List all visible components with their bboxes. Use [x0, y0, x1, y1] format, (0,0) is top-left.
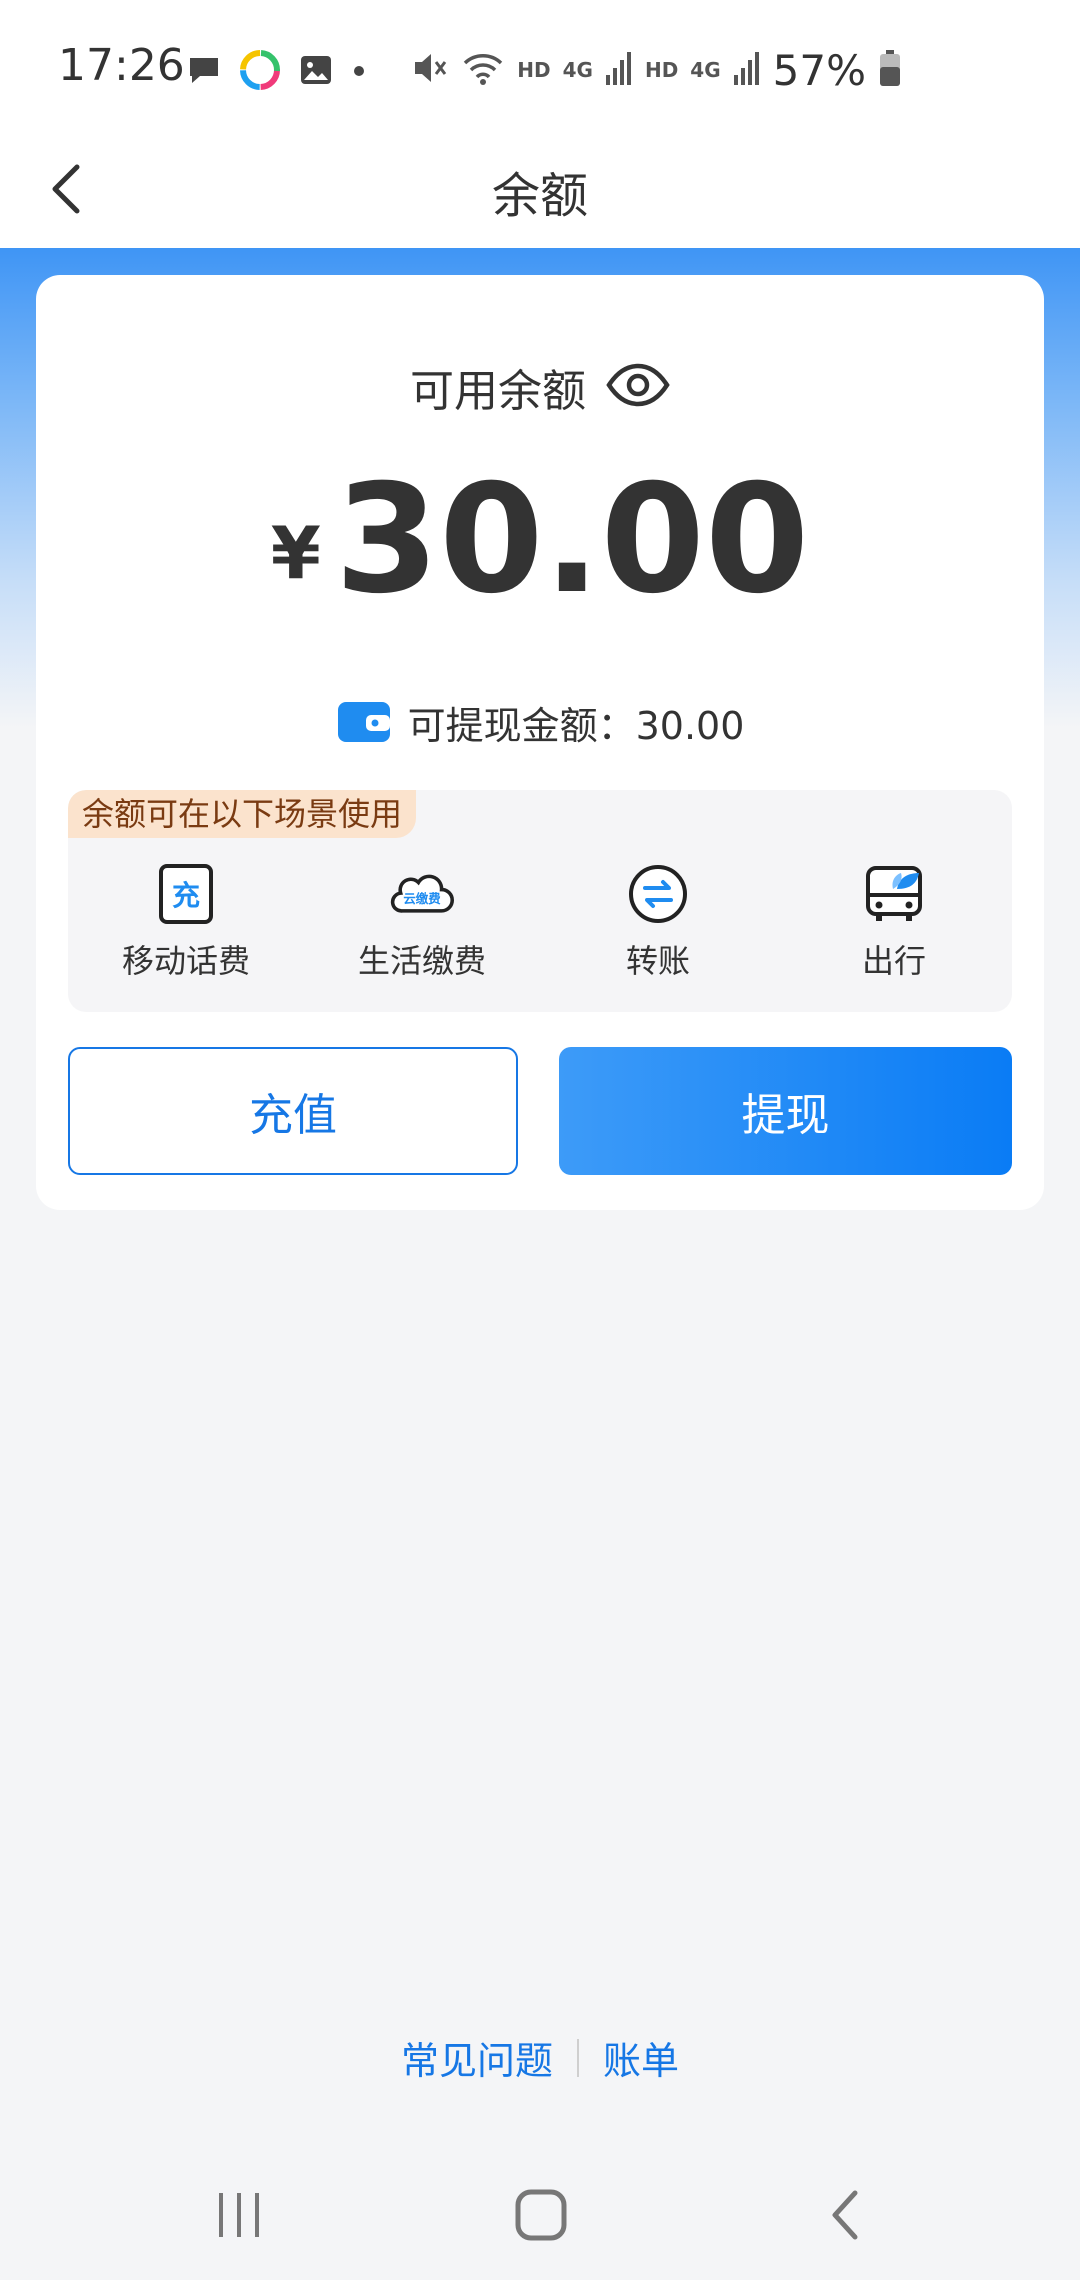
bus-icon: [862, 862, 926, 926]
usage-scenes-tag: 余额可在以下场景使用: [68, 790, 417, 838]
scene-utility-bill[interactable]: 云缴费 生活缴费: [304, 862, 540, 982]
app-bar: 余额: [0, 130, 1080, 248]
available-balance-row: 可用余额: [36, 355, 1044, 419]
cloud-bill-icon: 云缴费: [390, 862, 454, 926]
scene-list: 充 移动话费 云缴费 生活缴费 转账 出行: [68, 862, 1012, 982]
scene-label: 转账: [625, 942, 690, 980]
nav-back-icon: [832, 2190, 858, 2240]
recharge-button[interactable]: 充值: [68, 1047, 518, 1175]
hd-label-1: HD: [517, 58, 551, 82]
scene-transfer[interactable]: 转账: [540, 862, 776, 982]
eye-icon[interactable]: [606, 363, 670, 411]
recharge-icon-text: 充: [172, 879, 200, 912]
status-bar: 17:26 HD 4G HD 4G 57%: [0, 0, 1080, 130]
withdrawable-row: 可提现金额：30.00: [36, 695, 1044, 750]
balance-amount: 30.00: [334, 453, 810, 627]
phone-recharge-icon: 充: [154, 862, 218, 926]
recent-apps-button[interactable]: [194, 2180, 284, 2250]
home-icon: [515, 2189, 567, 2241]
currency-symbol: ¥: [270, 511, 321, 595]
bill-link[interactable]: 账单: [603, 2030, 679, 2085]
scene-mobile-recharge[interactable]: 充 移动话费: [68, 862, 304, 982]
transfer-icon: [626, 862, 690, 926]
balance-card: 可用余额 ¥ 30.00 可提现金额：30.00 余额可在以下场景使用 充 移动…: [36, 275, 1044, 1210]
nav-back-button[interactable]: [800, 2180, 890, 2250]
signal-icon-2: [733, 51, 761, 89]
footer-links: 常见问题 账单: [0, 2030, 1080, 2085]
signal-icon-1: [605, 51, 633, 89]
wifi-icon: [461, 49, 505, 91]
status-time: 17:26: [58, 40, 185, 91]
network-label-1: 4G: [562, 58, 593, 82]
battery-percent: 57%: [772, 45, 866, 95]
notification-icons: [186, 50, 366, 94]
dot-icon: [352, 63, 366, 82]
network-label-2: 4G: [690, 58, 721, 82]
page-title: 余额: [491, 168, 588, 224]
wallet-icon: [336, 698, 392, 748]
bill-icon-text: 云缴费: [403, 891, 441, 906]
scene-label: 移动话费: [121, 942, 250, 980]
hd-label-2: HD: [644, 58, 679, 82]
battery-icon: [878, 49, 902, 91]
balance-amount-row: ¥ 30.00: [36, 465, 1044, 615]
status-right: HD 4G HD 4G 57%: [411, 44, 902, 96]
usage-scenes: 余额可在以下场景使用 充 移动话费 云缴费 生活缴费 转账 出行: [68, 790, 1012, 1012]
scene-label: 生活缴费: [357, 942, 486, 980]
recent-apps-icon: [219, 2193, 259, 2237]
app-logo-icon: [240, 50, 280, 94]
available-balance-label: 可用余额: [410, 366, 586, 417]
scene-label: 出行: [861, 942, 926, 980]
withdrawable-amount: 可提现金额：30.00: [407, 704, 745, 748]
mute-icon: [411, 49, 449, 91]
gallery-icon: [298, 52, 334, 92]
withdraw-button[interactable]: 提现: [559, 1047, 1012, 1175]
faq-link[interactable]: 常见问题: [401, 2030, 553, 2085]
message-icon: [186, 52, 222, 92]
home-button[interactable]: [496, 2180, 586, 2250]
scene-travel[interactable]: 出行: [776, 862, 1012, 982]
footer-divider: [577, 2038, 579, 2077]
system-nav-bar: [0, 2150, 1080, 2280]
